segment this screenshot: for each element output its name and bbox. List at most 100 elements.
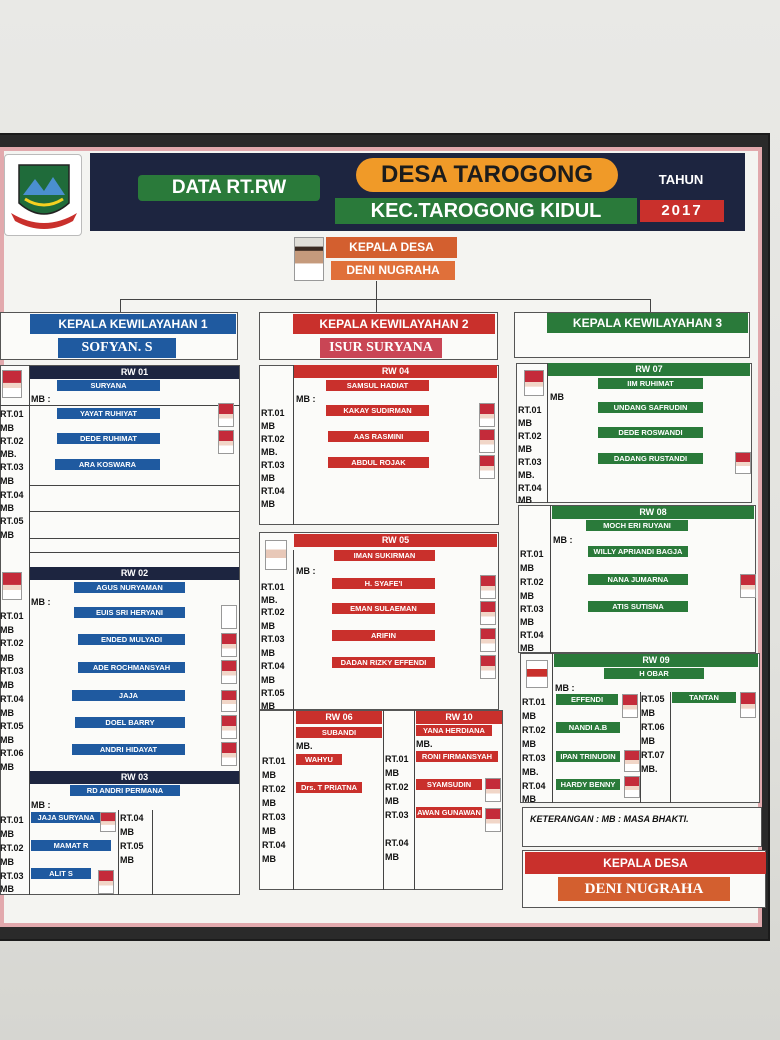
mb-label: MB : <box>296 566 316 576</box>
rw03-title: RW 03 <box>30 771 239 784</box>
rw07-title: RW 07 <box>548 363 750 376</box>
mb-label: MB <box>261 648 275 658</box>
mb-label: MB <box>261 421 275 431</box>
wilayah-3-name <box>560 338 680 356</box>
rt-label: RT.02 <box>261 434 285 444</box>
rw08-head: MOCH ERI RUYANI <box>586 520 688 531</box>
mb-label: MB <box>520 617 534 627</box>
rw03-head: RD ANDRI PERMANA <box>70 785 180 796</box>
mb-label: MB <box>385 852 399 862</box>
column-divider <box>414 710 415 890</box>
rt-label: RT.03 <box>261 634 285 644</box>
rt-label: RT.02 <box>518 431 542 441</box>
rw06-head: SUBANDI <box>296 727 382 738</box>
mb-label: MB <box>0 735 14 745</box>
footer-kepala-name: DENI NUGRAHA <box>558 877 730 901</box>
rt-label: RT.05 <box>120 841 144 851</box>
column-divider <box>29 365 30 895</box>
wilayah-2-title: KEPALA KEWILAYAHAN 2 <box>293 314 495 334</box>
rw04-rt03: ABDUL ROJAK <box>328 457 429 468</box>
rt-label: RT.02 <box>0 436 24 446</box>
rt-label: RT.04 <box>261 661 285 671</box>
row-line <box>29 538 239 539</box>
rt-photo <box>100 812 116 832</box>
rw01-head: SURYANA <box>57 380 160 391</box>
mb-label: MB : <box>31 394 51 404</box>
rt-label: RT.02 <box>385 782 409 792</box>
mb-label: MB <box>0 625 14 635</box>
rw06-rt02: Drs. T PRIATNA <box>296 782 362 793</box>
mb-label: MB <box>518 418 532 428</box>
rw07-rt01: UNDANG SAFRUDIN <box>598 402 703 413</box>
mb-label: MB <box>261 675 275 685</box>
column-divider <box>152 810 153 895</box>
year-label: TAHUN <box>658 172 704 187</box>
wilayah-2-name: ISUR SURYANA <box>320 338 442 358</box>
rt-label: RT.04 <box>262 840 286 850</box>
rt-label: RT.01 <box>385 754 409 764</box>
rw09-rt05: TANTAN <box>672 692 736 703</box>
rw08-rt01: WILLY APRIANDI BAGJA <box>588 546 688 557</box>
rt-photo <box>221 605 237 629</box>
rw03-rt03: ALIT S <box>31 868 91 879</box>
rt-label: RT.02 <box>0 843 24 853</box>
mb-label: MB. <box>518 470 535 480</box>
rt-label: RT.01 <box>0 611 24 621</box>
rt-photo <box>221 742 237 766</box>
rt-label: RT.04 <box>520 630 544 640</box>
rt-label: RT.03 <box>385 810 409 820</box>
mb-label: MB <box>0 857 14 867</box>
rt-photo <box>479 455 495 479</box>
rw09-head: H OBAR <box>604 668 704 679</box>
rt-label: RT.05 <box>261 688 285 698</box>
rt-photo <box>480 655 496 679</box>
rt-photo <box>480 575 496 599</box>
wilayah-1-name: SOFYAN. S <box>58 338 176 358</box>
rt-label: RT.02 <box>262 784 286 794</box>
rw08-title: RW 08 <box>552 506 754 519</box>
mb-label: MB. <box>522 767 539 777</box>
rt-photo <box>485 778 501 802</box>
mb-label: MB <box>518 495 532 505</box>
rw09-title: RW 09 <box>554 654 758 667</box>
mb-label: MB <box>520 591 534 601</box>
rw08-rt03: ATIS SUTISNA <box>588 601 688 612</box>
column-divider <box>293 550 294 710</box>
mb-label: MB <box>120 827 134 837</box>
data-rt-rw-title: DATA RT.RW <box>138 175 320 201</box>
mb-label: MB <box>550 392 564 402</box>
column-divider <box>552 653 553 803</box>
rt-photo <box>740 692 756 718</box>
mb-label: MB : <box>553 535 573 545</box>
rt-photo <box>221 690 237 712</box>
mb-label: MB. <box>641 764 658 774</box>
rw05-rt02: EMAN SULAEMAN <box>332 603 435 614</box>
mb-label: MB. <box>296 741 313 751</box>
rt-label: RT.01 <box>0 815 24 825</box>
wilayah-1-title: KEPALA KEWILAYAHAN 1 <box>30 314 236 334</box>
connector-line <box>120 299 650 300</box>
rt-photo <box>485 808 501 832</box>
mb-label: MB <box>0 762 14 772</box>
rw06-title: RW 06 <box>296 711 382 724</box>
rw01-rt01: YAYAT RUHIYAT <box>57 408 160 419</box>
rw10-head: YANA HERDIANA <box>416 725 492 736</box>
kepala-desa-title: KEPALA DESA <box>326 237 457 258</box>
rt-label: RT.04 <box>385 838 409 848</box>
rw09-rt02: NANDI A.B <box>556 722 620 733</box>
mb-label: MB <box>641 736 655 746</box>
column-divider <box>118 810 119 895</box>
year-value: 2017 <box>640 200 724 222</box>
rt-label: RT.04 <box>522 781 546 791</box>
rt-photo <box>480 628 496 652</box>
rw03-rt01: JAJA SURYANA <box>31 812 101 823</box>
rw02-rt05: DOEL BARRY <box>75 717 185 728</box>
rw03-rt02: MAMAT R <box>31 840 111 851</box>
rt-label: RT.03 <box>518 457 542 467</box>
mb-label: MB <box>0 680 14 690</box>
keterangan-box <box>522 807 762 847</box>
mb-label: MB <box>262 854 276 864</box>
rt-label: RT.05 <box>0 516 24 526</box>
column-divider <box>293 710 294 890</box>
rw02-title: RW 02 <box>30 567 239 580</box>
